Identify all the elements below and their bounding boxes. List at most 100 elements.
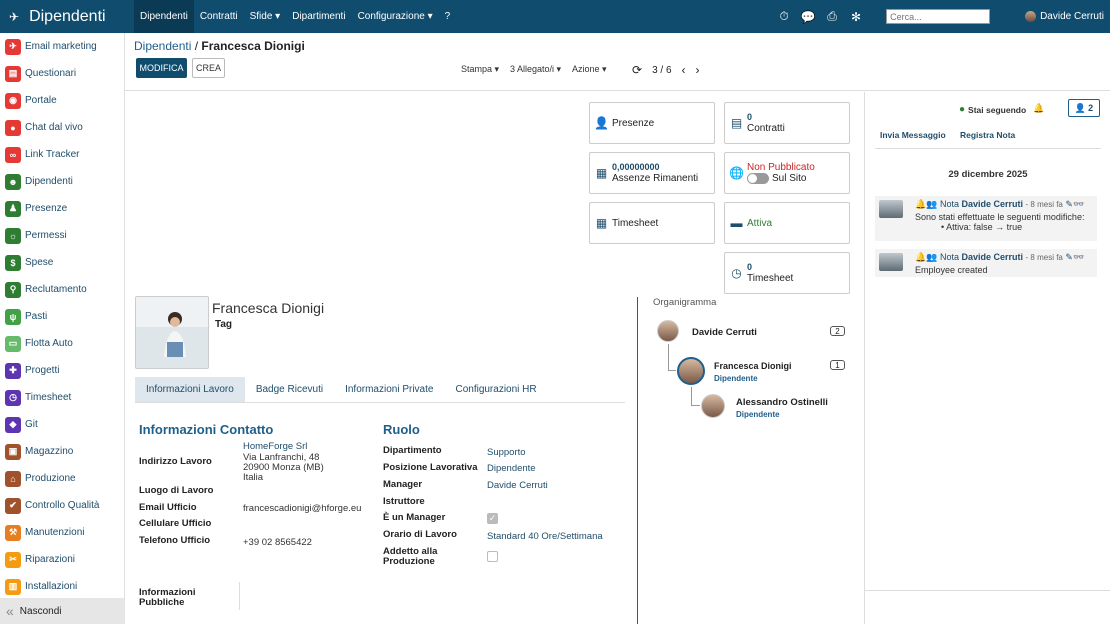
- contratti-smart-button[interactable]: ▤ 0 Contratti: [724, 102, 850, 144]
- is-manager-checkbox[interactable]: ✓: [487, 513, 498, 524]
- attachments-dropdown[interactable]: 3 Allegato/i ▾: [510, 64, 561, 75]
- employee-name[interactable]: Francesca Dionigi: [212, 300, 324, 316]
- spinner-icon[interactable]: ✻: [844, 7, 868, 27]
- org-subordinate-name[interactable]: Alessandro Ostinelli: [736, 397, 828, 408]
- tab-informazioni-lavoro[interactable]: Informazioni Lavoro: [135, 377, 245, 402]
- org-manager-name[interactable]: Davide Cerruti: [692, 327, 757, 338]
- action-dropdown[interactable]: Azione ▾: [572, 64, 607, 75]
- timesheet-smart-button[interactable]: ▦ Timesheet: [589, 202, 715, 244]
- user-menu[interactable]: Davide Cerruti: [1025, 11, 1110, 22]
- following-status[interactable]: ● Stai seguendo: [959, 104, 1026, 115]
- manager-value[interactable]: Davide Cerruti: [487, 480, 548, 491]
- publish-toggle[interactable]: [747, 172, 769, 184]
- form-sheet: 👤 Presenze ▤ 0 Contratti ▦ 0,00000000 Asse…: [125, 92, 860, 624]
- sidebar-item-pasti[interactable]: ψ Pasti: [0, 303, 124, 330]
- sidebar-item-chat-dal-vivo[interactable]: ● Chat dal vivo: [0, 114, 124, 141]
- sidebar-item-flotta-auto[interactable]: ▭ Flotta Auto: [0, 330, 124, 357]
- sidebar-item-progetti[interactable]: ✚ Progetti: [0, 357, 124, 384]
- app-brand[interactable]: ✈ Dipendenti: [0, 0, 134, 33]
- department-value[interactable]: Supporto: [487, 447, 526, 458]
- job-position-value[interactable]: Dipendente: [487, 463, 536, 474]
- publish-smart-button[interactable]: 🌐 Non Pubblicato Sul Sito: [724, 152, 850, 194]
- stopwatch-icon[interactable]: ⏱: [772, 7, 796, 27]
- log-note-button[interactable]: Registra Nota: [960, 130, 1015, 140]
- sidebar-item-label: Presenze: [25, 203, 68, 214]
- tab-badge-ricevuti[interactable]: Badge Ricevuti: [245, 377, 334, 402]
- sidebar-item-email-marketing[interactable]: ✈ Email marketing: [0, 33, 124, 60]
- menu-dipendenti[interactable]: Dipendenti: [134, 0, 194, 33]
- org-manager-count[interactable]: 2: [830, 326, 845, 336]
- sidebar-item-dipendenti[interactable]: ☻ Dipendenti: [0, 168, 124, 195]
- refresh-icon[interactable]: ⟳: [632, 63, 642, 77]
- sidebar-item-permessi[interactable]: ☼ Permessi: [0, 222, 124, 249]
- sidebar-item-git[interactable]: ◆ Git: [0, 411, 124, 438]
- menu-help[interactable]: ?: [439, 0, 457, 33]
- sidebar-hide-button[interactable]: « Nascondi: [0, 598, 125, 624]
- sidebar-item-riparazioni[interactable]: ✂ Riparazioni: [0, 546, 124, 573]
- production-checkbox[interactable]: [487, 551, 498, 562]
- sidebar-item-label: Reclutamento: [25, 284, 87, 295]
- assenze-smart-button[interactable]: ▦ 0,00000000 Assenze Rimanenti: [589, 152, 715, 194]
- sidebar-item-questionari[interactable]: ▤ Questionari: [0, 60, 124, 87]
- tab-informazioni-private[interactable]: Informazioni Private: [334, 377, 444, 402]
- address-line-4: Italia: [243, 472, 264, 483]
- wrench-icon: ✔: [5, 497, 21, 514]
- pager-next-icon[interactable]: ›: [696, 63, 700, 77]
- org-manager-avatar[interactable]: [657, 320, 679, 342]
- sidebar-item-presenze[interactable]: ♟ Presenze: [0, 195, 124, 222]
- glasses-icon[interactable]: 👓: [1073, 252, 1084, 262]
- org-self-avatar[interactable]: [677, 357, 705, 385]
- create-button[interactable]: CREA: [192, 58, 225, 78]
- tab-configurazioni-hr[interactable]: Configurazioni HR: [444, 377, 547, 402]
- sidebar-item-timesheet[interactable]: ◷ Timesheet: [0, 384, 124, 411]
- presenze-smart-button[interactable]: 👤 Presenze: [589, 102, 715, 144]
- note-user-icon: 👥: [926, 199, 938, 209]
- message-author-avatar[interactable]: [879, 200, 903, 218]
- active-smart-button[interactable]: ▬ Attiva: [724, 202, 850, 244]
- sidebar-item-controllo-qualit-[interactable]: ✔ Controllo Qualità: [0, 492, 124, 519]
- employee-photo[interactable]: [135, 296, 209, 369]
- sidebar-item-reclutamento[interactable]: ⚲ Reclutamento: [0, 276, 124, 303]
- edit-icon[interactable]: ✎: [1065, 199, 1073, 209]
- pager: ⟳ 3 / 6 ‹ ›: [632, 63, 700, 77]
- menu-dipartimenti[interactable]: Dipartimenti: [286, 0, 351, 33]
- send-message-button[interactable]: Invia Messaggio: [880, 130, 946, 140]
- print-dropdown[interactable]: Stampa ▾: [461, 64, 499, 75]
- glasses-icon[interactable]: 👓: [1073, 199, 1084, 209]
- work-email-value[interactable]: francescadionigi@hforge.eu: [243, 503, 361, 514]
- menu-sfide[interactable]: Sfide ▾: [244, 0, 287, 33]
- chatter-divider: [875, 148, 1101, 149]
- address-line-1[interactable]: HomeForge Srl: [243, 441, 307, 452]
- org-self-count[interactable]: 1: [830, 360, 845, 370]
- menu-configurazione[interactable]: Configurazione ▾: [352, 0, 439, 33]
- menu-contratti[interactable]: Contratti: [194, 0, 244, 33]
- pager-prev-icon[interactable]: ‹: [682, 63, 686, 77]
- sidebar-item-magazzino[interactable]: ▣ Magazzino: [0, 438, 124, 465]
- followers-button[interactable]: 👤 2: [1068, 99, 1100, 117]
- search-input[interactable]: [886, 9, 991, 24]
- message-author[interactable]: Davide Cerruti: [961, 199, 1023, 209]
- working-hours-value[interactable]: Standard 40 Ore/Settimana: [487, 531, 603, 542]
- bell-icon[interactable]: 🔔: [1033, 103, 1044, 114]
- sidebar-item-portale[interactable]: ◉ Portale: [0, 87, 124, 114]
- edit-button[interactable]: MODIFICA: [136, 58, 187, 78]
- sidebar-item-produzione[interactable]: ⌂ Produzione: [0, 465, 124, 492]
- message-body: Sono stati effettuate le seguenti modifi…: [915, 212, 1085, 222]
- sidebar-item-installazioni[interactable]: ▥ Installazioni: [0, 573, 124, 600]
- work-phone-value[interactable]: +39 02 8565422: [243, 537, 312, 548]
- sidebar-item-manutenzioni[interactable]: ⚒ Manutenzioni: [0, 519, 124, 546]
- message-type: Nota: [939, 252, 959, 262]
- check-circle-icon: ●: [959, 104, 966, 115]
- sidebar-item-link-tracker[interactable]: ∞ Link Tracker: [0, 141, 124, 168]
- message-author[interactable]: Davide Cerruti: [961, 252, 1023, 262]
- timesheet-hours-smart-button[interactable]: ◷ 0 Timesheet: [724, 252, 850, 294]
- employee-tag-field[interactable]: Tag: [215, 319, 232, 330]
- org-subordinate-avatar[interactable]: [701, 394, 725, 418]
- org-connector: [668, 370, 676, 371]
- sidebar-item-spese[interactable]: $ Spese: [0, 249, 124, 276]
- chat-bubbles-icon[interactable]: 💬: [796, 7, 820, 27]
- breadcrumb-parent[interactable]: Dipendenti: [134, 39, 191, 53]
- edit-icon[interactable]: ✎: [1065, 252, 1073, 262]
- message-author-avatar[interactable]: [879, 253, 903, 271]
- print-icon[interactable]: ⎙: [820, 7, 844, 27]
